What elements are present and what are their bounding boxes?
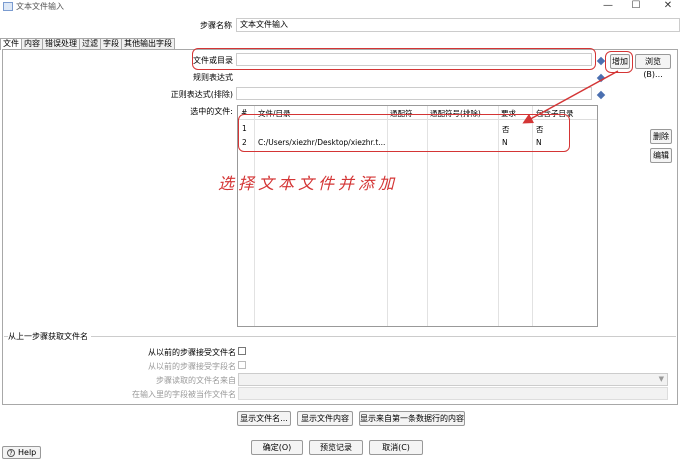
minimize-icon[interactable]: — [598, 0, 618, 12]
close-icon[interactable]: ✕ [658, 0, 678, 12]
pass-through-checkbox[interactable] [238, 361, 246, 369]
browse-button[interactable]: 浏览(B)... [635, 54, 671, 79]
accept-filenames-label: 从以前的步骤接受文件名 [148, 348, 236, 357]
section-divider [4, 336, 676, 337]
show-first-rows-button[interactable]: 显示来自第一条数据行的内容 [359, 411, 465, 426]
tab-fields[interactable]: 字段 [100, 38, 122, 49]
annotation-text: 选择文本文件并添加 [218, 174, 399, 193]
accept-filenames-checkbox[interactable] [238, 347, 246, 355]
step-name-input[interactable]: 文本文件输入 [236, 18, 680, 32]
tab-error-handling[interactable]: 错误处理 [42, 38, 80, 49]
annotation-arrow [522, 70, 619, 124]
cancel-button[interactable]: 取消(C) [369, 440, 423, 455]
window-titlebar: 文本文件输入 — ☐ ✕ [0, 0, 690, 14]
delete-button[interactable]: 删除 [650, 129, 672, 144]
pass-through-label: 从以前的步骤接受字段名 [148, 362, 236, 371]
previous-step-section-title: 从上一步骤获取文件名 [8, 331, 91, 342]
field-in-input-field[interactable] [238, 387, 668, 400]
selected-files-label: 选中的文件: [190, 107, 233, 116]
help-icon: ? [7, 449, 15, 457]
regex-exclude-label: 正则表达式(排除) [170, 90, 233, 99]
preview-button[interactable]: 预览记录 [309, 440, 363, 455]
help-label: Help [18, 448, 37, 457]
maximize-icon[interactable]: ☐ [626, 0, 646, 12]
ok-button[interactable]: 确定(O) [251, 440, 303, 455]
regex-label: 规则表达式 [193, 73, 233, 82]
show-filenames-button[interactable]: 显示文件名... [237, 411, 291, 426]
step-to-read-label: 步骤读取的文件名来自 [156, 376, 236, 385]
edit-button[interactable]: 编辑 [650, 148, 672, 163]
help-button[interactable]: ? Help [2, 446, 42, 459]
step-name-label: 步骤名称 [200, 21, 232, 30]
chevron-down-icon: ▼ [658, 375, 664, 383]
field-in-input-label: 在输入里的字段被当作文件名 [132, 390, 236, 399]
tab-filter[interactable]: 过滤 [79, 38, 101, 49]
app-icon [3, 2, 13, 11]
step-to-read-select[interactable]: ▼ [238, 373, 668, 386]
tab-content[interactable]: 内容 [21, 38, 43, 49]
show-content-button[interactable]: 显示文件内容 [297, 411, 353, 426]
tab-other-output-fields[interactable]: 其他输出字段 [121, 38, 175, 49]
window-title: 文本文件输入 [16, 2, 64, 11]
